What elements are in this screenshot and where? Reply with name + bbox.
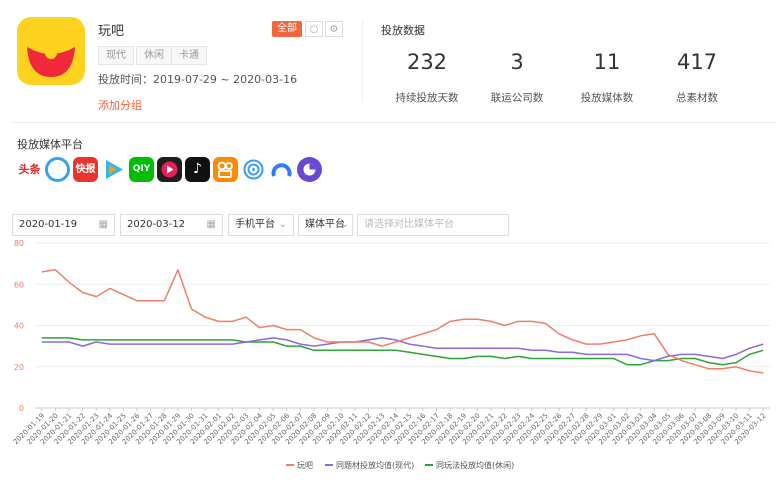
stat-creatives-label: 总素材数 <box>676 92 718 104</box>
end-date-value: 2020-03-12 <box>127 219 186 230</box>
camera-icon <box>217 161 233 178</box>
end-date-picker[interactable]: 2020-03-12 ▦ <box>120 214 223 236</box>
device-select-value: 手机平台 <box>235 219 275 230</box>
calendar-icon: ▦ <box>206 219 216 230</box>
iqiyi-icon[interactable]: QIY <box>129 157 154 182</box>
kuaishou-icon[interactable] <box>213 157 238 182</box>
divider <box>362 20 363 102</box>
compare-media-select[interactable]: 请选择对比媒体平台 <box>357 214 509 236</box>
stat-days-label: 持续投放天数 <box>395 92 459 104</box>
arc-icon <box>271 163 292 177</box>
y-tick-label: 40 <box>14 322 24 331</box>
series-line <box>41 269 764 374</box>
stat-companies-label: 联运公司数 <box>490 92 544 104</box>
filter-all-button[interactable]: 全部 <box>272 21 302 37</box>
line-chart: 0204060802020-01-192020-01-202020-01-212… <box>12 239 770 470</box>
stat-media-label: 投放媒体数 <box>580 92 634 104</box>
legend-label: 同玩法投放均值(休闲) <box>436 460 514 470</box>
youku-icon[interactable] <box>157 157 182 182</box>
pie-icon <box>303 163 316 176</box>
douyin-icon[interactable]: ♪ <box>185 157 210 182</box>
calendar-icon: ▦ <box>98 219 108 230</box>
wifi-icon <box>243 159 264 180</box>
stats-title: 投放数据 <box>381 24 425 37</box>
legend-label: 玩吧 <box>297 461 313 470</box>
toutiao-text: 头条 <box>18 163 41 176</box>
stat-creatives-value: 417 <box>676 50 718 74</box>
promotion-period: 投放时间：2019-07-29 ~ 2020-03-16 <box>98 73 298 86</box>
section-divider <box>12 122 777 123</box>
smile-logo-icon <box>27 47 75 77</box>
app-name: 玩吧 <box>98 24 125 39</box>
kuaikan-text: 快报 <box>75 164 96 175</box>
add-group-link[interactable]: 添加分组 <box>98 97 142 113</box>
youku-play-icon <box>161 161 178 178</box>
tag-play: 休闲 <box>136 46 172 65</box>
tag-genre: 现代 <box>98 46 134 65</box>
toutiao-icon[interactable]: 头条 <box>17 157 42 182</box>
media-select-value: 媒体平台 <box>305 219 345 230</box>
chevron-down-icon: ⌄ <box>278 219 287 230</box>
y-tick-label: 80 <box>14 239 24 248</box>
app-logo <box>17 17 85 85</box>
tag-style: 卡通 <box>171 46 207 65</box>
start-date-value: 2020-01-19 <box>19 219 78 230</box>
media-select[interactable]: 媒体平台 ⌄ <box>298 214 353 236</box>
qq-browser-icon[interactable] <box>297 157 322 182</box>
start-date-picker[interactable]: 2020-01-19 ▦ <box>12 214 115 236</box>
wifi-master-icon[interactable] <box>241 157 266 182</box>
y-tick-label: 0 <box>19 404 24 413</box>
android-icon[interactable]: ⚙ <box>325 21 343 37</box>
device-select[interactable]: 手机平台 ⌄ <box>228 214 294 236</box>
stat-media-value: 11 <box>593 50 621 74</box>
tencent-news-icon[interactable] <box>45 157 70 182</box>
platforms-title: 投放媒体平台 <box>17 138 83 151</box>
tencent-video-icon[interactable] <box>101 157 126 182</box>
stat-companies-value: 3 <box>510 50 524 74</box>
compare-placeholder: 请选择对比媒体平台 <box>364 219 454 230</box>
stat-days-value: 232 <box>406 50 448 74</box>
kuaikan-icon[interactable]: 快报 <box>73 157 98 182</box>
iqiyi-text: QIY <box>132 164 151 174</box>
series-line <box>41 337 764 362</box>
apple-icon[interactable]: ○ <box>305 21 323 37</box>
baidu-icon[interactable] <box>269 157 294 182</box>
y-tick-label: 20 <box>14 363 24 372</box>
y-tick-label: 60 <box>14 280 24 289</box>
chevron-down-icon: ⌄ <box>340 219 349 230</box>
legend-label: 同题材投放均值(现代) <box>336 460 414 470</box>
play-icon <box>106 160 123 179</box>
